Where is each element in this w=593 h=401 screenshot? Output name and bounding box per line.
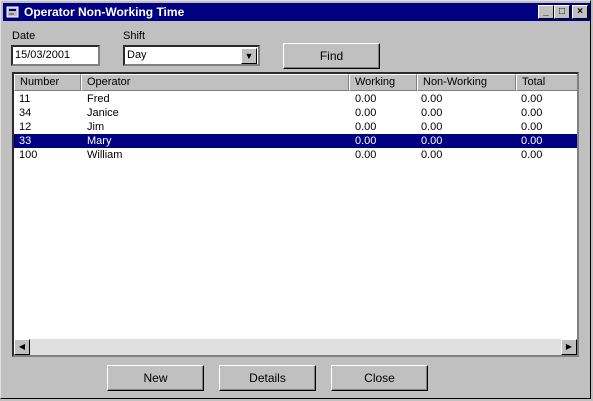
table-cell: Fred	[87, 93, 110, 105]
table-cell: 0.00	[355, 121, 377, 133]
table-row[interactable]: 11 Fred 0.00 0.00 0.00	[14, 92, 577, 106]
maximize-button[interactable]: □	[554, 5, 570, 19]
table-row[interactable]: 33 Mary 0.00 0.00 0.00	[14, 134, 577, 148]
table-header: Number Operator Working Non-Working Total	[14, 74, 577, 91]
details-button[interactable]: Details	[219, 365, 316, 391]
minimize-button[interactable]: _	[538, 5, 554, 19]
column-header[interactable]: Working	[349, 74, 417, 91]
table-cell: 0.00	[421, 93, 443, 105]
table-cell: 12	[19, 121, 32, 133]
main-window: Operator Non-Working Time _ □ × Date 15/…	[0, 0, 591, 399]
column-header[interactable]: Operator	[81, 74, 349, 91]
table-cell: 0.00	[421, 107, 443, 119]
table-cell: 0.00	[521, 93, 543, 105]
table-cell: 0.00	[355, 93, 377, 105]
scroll-right-icon[interactable]: ▶	[561, 339, 577, 355]
table-row[interactable]: 100 William 0.00 0.00 0.00	[14, 148, 577, 162]
table-cell: 0.00	[521, 149, 543, 161]
table-row[interactable]: 34 Janice 0.00 0.00 0.00	[14, 106, 577, 120]
column-header[interactable]: Non-Working	[417, 74, 516, 91]
table-row[interactable]: 12 Jim 0.00 0.00 0.00	[14, 120, 577, 134]
table-cell: 0.00	[521, 121, 543, 133]
table-cell: 0.00	[355, 149, 377, 161]
table-cell: 0.00	[421, 121, 443, 133]
shift-value: Day	[127, 49, 147, 61]
table-cell: 11	[19, 93, 31, 105]
table-cell: William	[87, 149, 123, 161]
table-cell: 34	[19, 107, 32, 119]
shift-label: Shift	[123, 30, 146, 42]
chevron-down-icon[interactable]: ▼	[241, 48, 257, 64]
table-cell: 0.00	[355, 107, 377, 119]
table-cell: 0.00	[421, 149, 443, 161]
table-cell: 0.00	[421, 135, 443, 147]
find-button[interactable]: Find	[283, 43, 380, 69]
table-cell: 100	[19, 149, 38, 161]
window-title: Operator Non-Working Time	[24, 5, 185, 19]
date-label: Date	[12, 30, 36, 42]
table-cell: 33	[19, 135, 32, 147]
title-bar[interactable]: Operator Non-Working Time _ □ ×	[3, 3, 590, 21]
table-cell: 0.00	[355, 135, 377, 147]
close-window-button[interactable]: ×	[572, 5, 588, 19]
column-header[interactable]: Total	[516, 74, 577, 91]
date-field[interactable]: 15/03/2001	[11, 45, 100, 66]
scroll-left-icon[interactable]: ◀	[14, 339, 30, 355]
table-cell: Jim	[87, 121, 105, 133]
table-cell: Mary	[87, 135, 112, 147]
table-cell: Janice	[87, 107, 119, 119]
close-button[interactable]: Close	[331, 365, 428, 391]
new-button[interactable]: New	[107, 365, 204, 391]
app-icon	[6, 6, 19, 18]
table-cell: 0.00	[521, 135, 543, 147]
operator-table[interactable]: Number Operator Working Non-Working Total 11…	[12, 72, 579, 357]
column-header[interactable]: Number	[14, 74, 81, 91]
table-cell: 0.00	[521, 107, 543, 119]
horizontal-scrollbar[interactable]: ◀ ▶	[14, 339, 577, 355]
shift-dropdown[interactable]: Day ▼	[123, 45, 260, 66]
